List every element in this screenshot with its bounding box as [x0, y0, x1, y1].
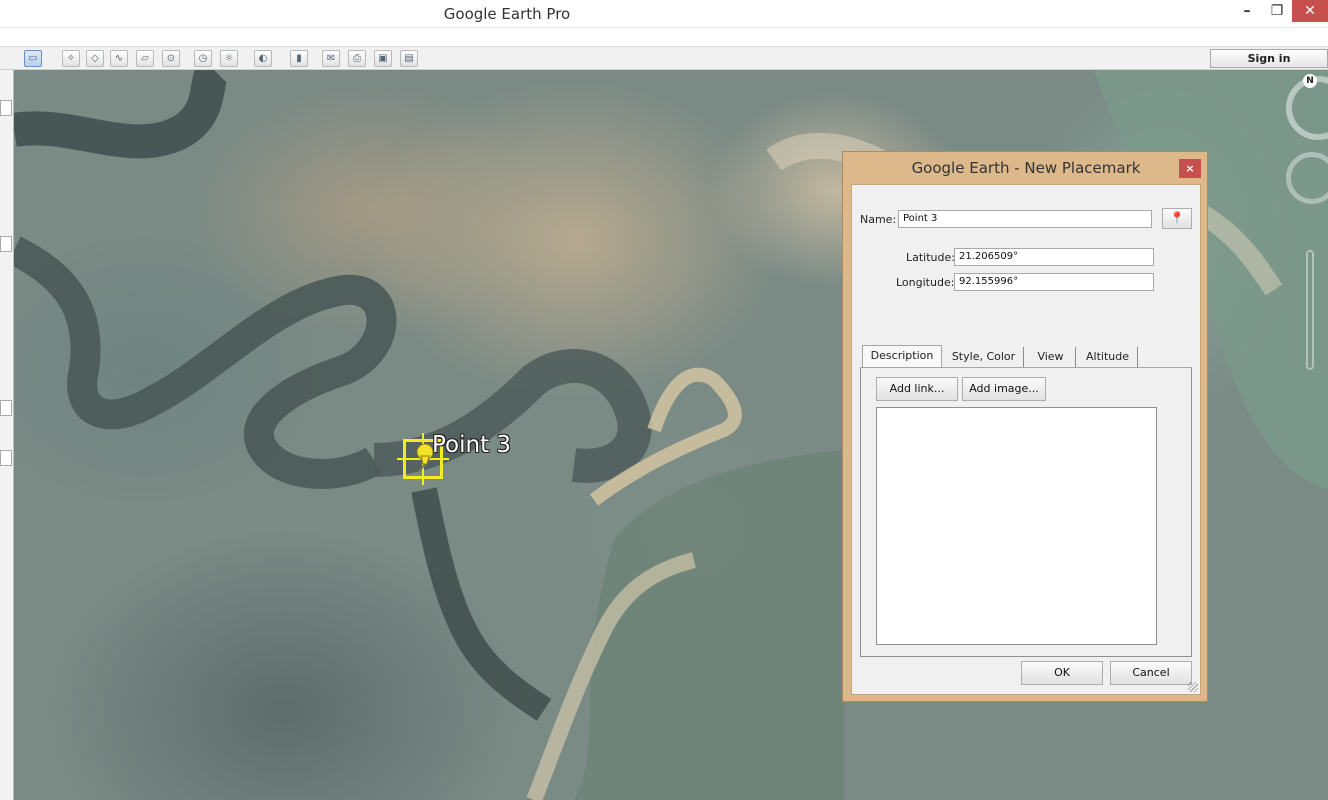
- dialog-title: Google Earth - New Placemark: [911, 159, 1141, 177]
- ok-button[interactable]: OK: [1021, 661, 1103, 685]
- sidebar-handle[interactable]: [0, 100, 12, 116]
- name-input[interactable]: Point 3: [898, 210, 1152, 228]
- maps-icon[interactable]: ▤: [400, 50, 418, 67]
- north-indicator[interactable]: N: [1303, 74, 1317, 88]
- placemark-style-button[interactable]: 📍: [1162, 208, 1192, 229]
- sidebar-handle-2[interactable]: [0, 400, 12, 416]
- name-label: Name:: [860, 213, 897, 226]
- window-title: Google Earth Pro: [443, 5, 571, 23]
- minimize-button[interactable]: –: [1236, 0, 1258, 22]
- placemark-label: Point 3: [432, 432, 512, 458]
- pushpin-style-icon: 📍: [1169, 211, 1185, 225]
- save-image-icon[interactable]: ▣: [374, 50, 392, 67]
- email-icon[interactable]: ✉: [322, 50, 340, 67]
- zoom-slider[interactable]: [1306, 250, 1314, 370]
- tab-style-color[interactable]: Style, Color: [944, 347, 1024, 367]
- tab-description[interactable]: Description: [862, 345, 942, 368]
- title-bar: Google Earth Pro – ❐ ✕: [0, 0, 1328, 28]
- overlay-icon[interactable]: ▱: [136, 50, 154, 67]
- tab-view[interactable]: View: [1026, 347, 1076, 367]
- resize-grip[interactable]: [1188, 682, 1198, 692]
- polygon-icon[interactable]: ◇: [86, 50, 104, 67]
- sunlight-icon[interactable]: ☼: [220, 50, 238, 67]
- dialog-close-button[interactable]: ×: [1179, 159, 1201, 178]
- sidebar-scroll-up[interactable]: [0, 236, 12, 252]
- dialog-body: Name: Point 3 📍 Latitude: 21.206509° Lon…: [851, 184, 1201, 695]
- longitude-label: Longitude:: [896, 276, 955, 289]
- longitude-input[interactable]: 92.155996°: [954, 273, 1154, 291]
- add-image-button[interactable]: Add image...: [962, 377, 1046, 401]
- sign-in-button[interactable]: Sign in: [1210, 49, 1328, 68]
- ruler-icon[interactable]: ▮: [290, 50, 308, 67]
- description-textarea[interactable]: [876, 407, 1157, 645]
- close-button[interactable]: ✕: [1292, 0, 1328, 22]
- cancel-button[interactable]: Cancel: [1110, 661, 1192, 685]
- placemark-icon[interactable]: ✧: [62, 50, 80, 67]
- print-icon[interactable]: ⎙: [348, 50, 366, 67]
- add-link-button[interactable]: Add link...: [876, 377, 958, 401]
- path-icon[interactable]: ∿: [110, 50, 128, 67]
- sidebar-handle-3[interactable]: [0, 450, 12, 466]
- sidebar-collapsed: [0, 70, 14, 800]
- tab-altitude[interactable]: Altitude: [1078, 347, 1138, 367]
- new-placemark-dialog: Google Earth - New Placemark × Name: Poi…: [842, 151, 1208, 702]
- planets-icon[interactable]: ◐: [254, 50, 272, 67]
- maximize-button[interactable]: ❐: [1266, 0, 1288, 22]
- toolbar: ▭ ✧ ◇ ∿ ▱ ⊙ ◷ ☼ ◐ ▮ ✉ ⎙ ▣ ▤ Sign in: [0, 46, 1328, 70]
- latitude-label: Latitude:: [906, 251, 955, 264]
- historical-imagery-icon[interactable]: ◷: [194, 50, 212, 67]
- latitude-input[interactable]: 21.206509°: [954, 248, 1154, 266]
- sidebar-icon[interactable]: ▭: [24, 50, 42, 67]
- tour-icon[interactable]: ⊙: [162, 50, 180, 67]
